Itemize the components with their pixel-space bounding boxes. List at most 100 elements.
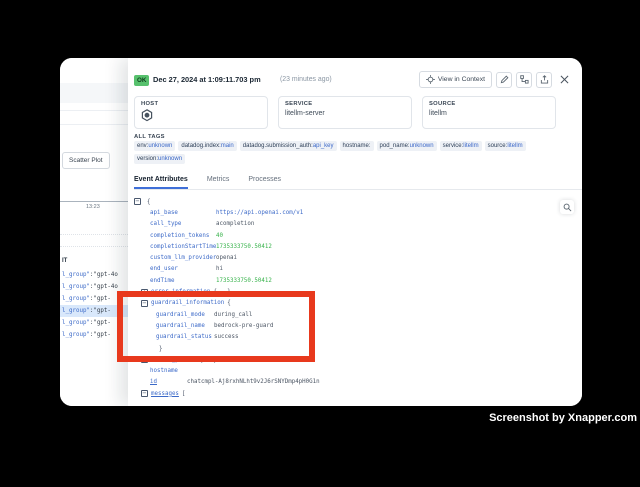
tag-key: source: <box>488 143 508 150</box>
background-item-value-fragment: :"gpt- <box>90 332 111 338</box>
attribute-brace: [ <box>182 391 186 397</box>
background-column-header: IT <box>62 258 67 264</box>
host-card[interactable]: HOST <box>134 96 268 129</box>
export-button[interactable] <box>536 72 552 88</box>
tab-bar: Event Attributes Metrics Processes <box>134 171 582 190</box>
close-icon <box>560 75 569 84</box>
tag-value: litellm <box>463 143 478 150</box>
background-list-item[interactable]: l_group":"gpt-4o <box>60 269 130 281</box>
attribute-row: api_basehttps://api.openai.com/v1 <box>128 207 582 218</box>
search-attributes-button[interactable] <box>560 200 574 214</box>
tag-value: main <box>221 143 234 150</box>
header-actions: View in Context <box>419 71 572 88</box>
background-item-value-fragment: :"gpt- <box>90 308 111 314</box>
tag-key: env: <box>137 143 148 150</box>
app-window: Scatter Plot 13:23 IT l_group":"gpt-4ol_… <box>60 58 582 406</box>
attribute-key: end_user <box>150 266 216 272</box>
attribute-key[interactable]: messages <box>151 391 179 397</box>
source-card-label: SOURCE <box>429 101 549 107</box>
source-card[interactable]: SOURCE litellm <box>422 96 556 129</box>
close-button[interactable] <box>556 72 572 88</box>
correlate-icon <box>520 75 529 84</box>
attribute-row: endTime1735333750.50412 <box>128 275 582 286</box>
attribute-value: 1735333750.50412 <box>216 244 272 250</box>
attribute-value: openai <box>216 255 237 261</box>
attribute-value: acompletion <box>216 221 254 227</box>
attribute-value: 40 <box>216 233 223 239</box>
tag-value: unknown <box>410 143 434 150</box>
background-item-key-fragment: l_group" <box>62 272 90 278</box>
view-in-context-button[interactable]: View in Context <box>419 71 492 88</box>
event-timestamp: Dec 27, 2024 at 1:09:11.703 pm <box>153 75 261 84</box>
status-badge: OK <box>134 75 149 86</box>
tag-pill[interactable]: service:litellm <box>440 141 482 151</box>
divider <box>60 124 130 125</box>
background-item-value-fragment: :"gpt-4o <box>90 284 118 290</box>
service-card-label: SERVICE <box>285 101 405 107</box>
attribute-row: completionStartTime1735333750.50412 <box>128 241 582 252</box>
chart-gridline <box>60 234 130 235</box>
attribute-row: idchatcmpl-Aj8rxhNLht9v2J6rSNYDmp4pH0G1n <box>128 377 582 388</box>
collapse-icon[interactable]: − <box>134 198 141 205</box>
tag-pill[interactable]: version:unknown <box>134 154 185 164</box>
pencil-icon <box>500 75 509 84</box>
collapse-icon[interactable]: − <box>141 390 148 397</box>
attribute-value: 1735333750.50412 <box>216 278 272 284</box>
tag-pill[interactable]: pod_name:unknown <box>377 141 437 151</box>
scatter-plot-button[interactable]: Scatter Plot <box>62 152 110 169</box>
tag-value: litellm <box>507 143 522 150</box>
divider <box>60 110 130 111</box>
tag-key: version: <box>137 156 158 163</box>
annotation-highlight-rectangle <box>117 291 315 362</box>
background-row-skeleton <box>60 83 130 103</box>
attribute-key: completion_tokens <box>150 233 216 239</box>
tab-metrics[interactable]: Metrics <box>207 171 230 189</box>
tags-list: env:unknowndatadog.index:maindatadog.sub… <box>134 141 574 167</box>
service-card[interactable]: SERVICE litellm-server <box>278 96 412 129</box>
background-item-key-fragment: l_group" <box>62 332 90 338</box>
attribute-key[interactable]: id <box>150 379 187 385</box>
correlate-traces-button[interactable] <box>516 72 532 88</box>
source-card-value: litellm <box>429 110 549 117</box>
attribute-brace: { <box>147 199 151 205</box>
tag-key: hostname: <box>343 143 371 150</box>
attribute-value[interactable]: https://api.openai.com/v1 <box>216 210 303 216</box>
tab-event-attributes[interactable]: Event Attributes <box>134 171 188 189</box>
attribute-key: completionStartTime <box>150 244 216 250</box>
background-item-value-fragment: :"gpt- <box>90 320 111 326</box>
attribute-row: −messages[ <box>128 388 582 399</box>
attribute-value: hi <box>216 266 223 272</box>
background-item-key-fragment: l_group" <box>62 320 90 326</box>
background-item-value-fragment: :"gpt- <box>90 296 111 302</box>
tab-processes[interactable]: Processes <box>248 171 281 189</box>
attribute-row: −{ <box>128 196 582 207</box>
attribute-row: call_typeacompletion <box>128 219 582 230</box>
attribute-value: chatcmpl-Aj8rxhNLht9v2J6rSNYDmp4pH0G1n <box>187 379 320 385</box>
tag-value: unknown <box>158 156 182 163</box>
tag-value: unknown <box>148 143 172 150</box>
chart-x-axis <box>60 201 130 202</box>
watermark: Screenshot by Xnapper.com <box>489 412 637 424</box>
tag-pill[interactable]: source:litellm <box>485 141 526 151</box>
background-item-value-fragment: :"gpt-4o <box>90 272 118 278</box>
reserved-attribute-cards: HOST SERVICE litellm-server SOURCE litel… <box>134 96 556 129</box>
tag-key: service: <box>443 143 464 150</box>
chart-gridline <box>60 246 130 247</box>
edit-button[interactable] <box>496 72 512 88</box>
attribute-key: api_base <box>150 210 216 216</box>
attribute-row: hostname <box>128 365 582 376</box>
tag-pill[interactable]: datadog.index:main <box>178 141 236 151</box>
tag-key: pod_name: <box>380 143 410 150</box>
attribute-key: hostname <box>150 368 178 374</box>
tag-key: datadog.index: <box>181 143 220 150</box>
tag-pill[interactable]: hostname: <box>340 141 374 151</box>
share-icon <box>540 75 549 84</box>
host-card-label: HOST <box>141 101 261 107</box>
tag-pill[interactable]: datadog.submission_auth:api_key <box>240 141 337 151</box>
attribute-key: call_type <box>150 221 216 227</box>
tag-key: datadog.submission_auth: <box>243 143 313 150</box>
screenshot-canvas: Scatter Plot 13:23 IT l_group":"gpt-4ol_… <box>0 0 640 487</box>
attribute-row: completion_tokens40 <box>128 230 582 241</box>
background-item-key-fragment: l_group" <box>62 284 90 290</box>
tag-pill[interactable]: env:unknown <box>134 141 175 151</box>
